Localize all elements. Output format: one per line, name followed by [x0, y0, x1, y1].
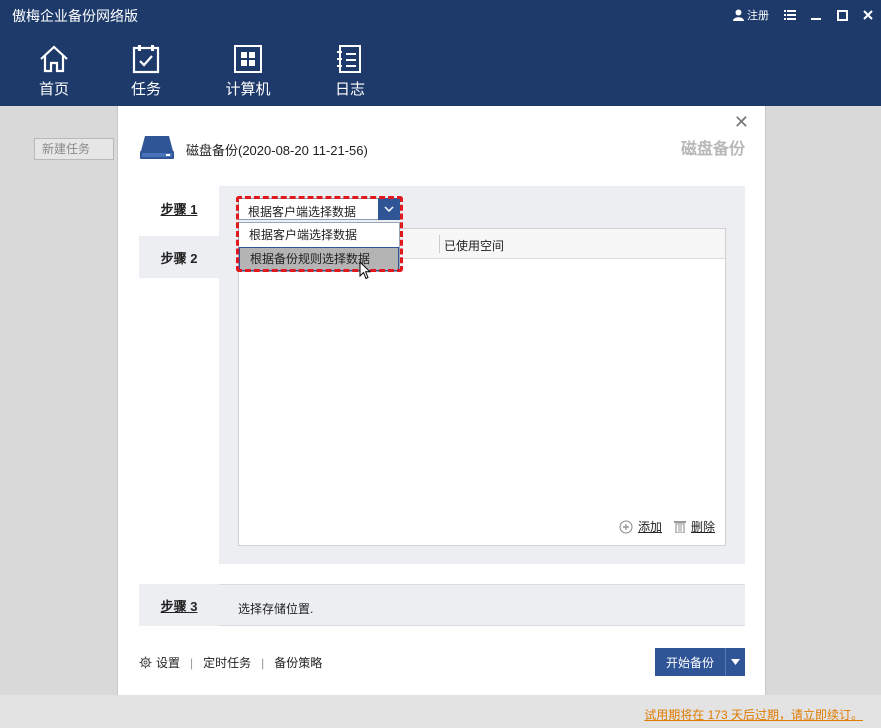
step-3-text: 选择存储位置.: [238, 602, 314, 616]
status-bar: 试用期将在 173 天后过期，请立即续订。: [0, 695, 881, 728]
app-header: 傲梅企业备份网络版 注册 首页 任务 计算机 日志: [0, 0, 881, 106]
annotation-highlight-box: [236, 196, 403, 272]
dialog-title: 磁盘备份(2020-08-20 11-21-56): [186, 143, 368, 158]
nav-tasks[interactable]: 任务: [116, 44, 176, 99]
new-task-button[interactable]: 新建任务: [34, 138, 114, 160]
window-controls: 注册: [733, 0, 881, 30]
step-1-tab[interactable]: 步骤 1: [139, 186, 219, 230]
column-used-space: 已使用空间: [444, 239, 505, 253]
mouse-cursor-icon: [359, 261, 371, 280]
add-icon: [619, 520, 633, 533]
nav-logs-label: 日志: [334, 81, 365, 98]
dialog-close-button[interactable]: ✕: [734, 112, 749, 133]
start-backup-button[interactable]: 开始备份: [655, 648, 745, 676]
nav-computers[interactable]: 计算机: [218, 44, 278, 99]
step-3-tab[interactable]: 步骤 3: [139, 584, 219, 626]
task-checklist-icon: [132, 45, 160, 74]
trash-icon: [673, 521, 686, 533]
disk-backup-dialog: ✕ 磁盘备份 磁盘备份(2020-08-20 11-21-56) 步骤 1 步骤…: [117, 106, 766, 695]
nav-logs[interactable]: 日志: [320, 44, 380, 99]
step-3-panel[interactable]: 选择存储位置.: [219, 584, 745, 626]
footer-separator: |: [261, 655, 265, 670]
nav-home[interactable]: 首页: [24, 44, 84, 99]
disk-table: 已使用空间 添加 删除: [238, 228, 726, 546]
add-button[interactable]: 添加: [619, 518, 662, 535]
windows-icon: [234, 45, 262, 73]
user-icon: [733, 9, 744, 21]
nav-tasks-label: 任务: [130, 81, 161, 98]
maximize-icon: [836, 9, 848, 21]
table-actions: 添加 删除: [607, 518, 715, 535]
gear-icon: [139, 656, 152, 669]
nav-computers-label: 计算机: [225, 81, 271, 98]
login-label: 注册: [747, 10, 769, 22]
caret-down-icon: [731, 659, 740, 665]
menu-icon: [784, 10, 796, 20]
dialog-subtitle: 磁盘备份: [680, 141, 745, 158]
nav-home-label: 首页: [38, 81, 69, 98]
maximize-button[interactable]: [829, 0, 855, 30]
footer-separator: |: [190, 655, 194, 670]
settings-label: 设置: [156, 656, 181, 670]
menu-button[interactable]: [777, 0, 803, 30]
log-icon: [337, 45, 361, 73]
minimize-icon: [811, 18, 821, 20]
minimize-button[interactable]: [803, 0, 829, 30]
disk-icon: [140, 136, 174, 159]
login-link[interactable]: 注册: [733, 7, 769, 23]
close-icon: [863, 10, 873, 20]
trial-renew-link[interactable]: 试用期将在 173 天后过期，请立即续订。: [644, 706, 863, 723]
settings-link[interactable]: 设置: [139, 654, 180, 671]
dialog-footer-links: 设置 | 定时任务 | 备份策略: [139, 654, 322, 671]
close-window-button[interactable]: [855, 0, 881, 30]
start-backup-dropdown[interactable]: [725, 648, 745, 676]
step-2-tab[interactable]: 步骤 2: [139, 236, 219, 278]
column-divider: [439, 235, 440, 253]
delete-button[interactable]: 删除: [673, 518, 715, 535]
strategy-link[interactable]: 备份策略: [274, 654, 322, 671]
add-label: 添加: [637, 520, 662, 534]
app-title: 傲梅企业备份网络版: [12, 8, 138, 24]
home-icon: [40, 45, 68, 73]
schedule-link[interactable]: 定时任务: [203, 654, 251, 671]
start-backup-label: 开始备份: [665, 655, 714, 670]
delete-label: 删除: [690, 520, 715, 534]
